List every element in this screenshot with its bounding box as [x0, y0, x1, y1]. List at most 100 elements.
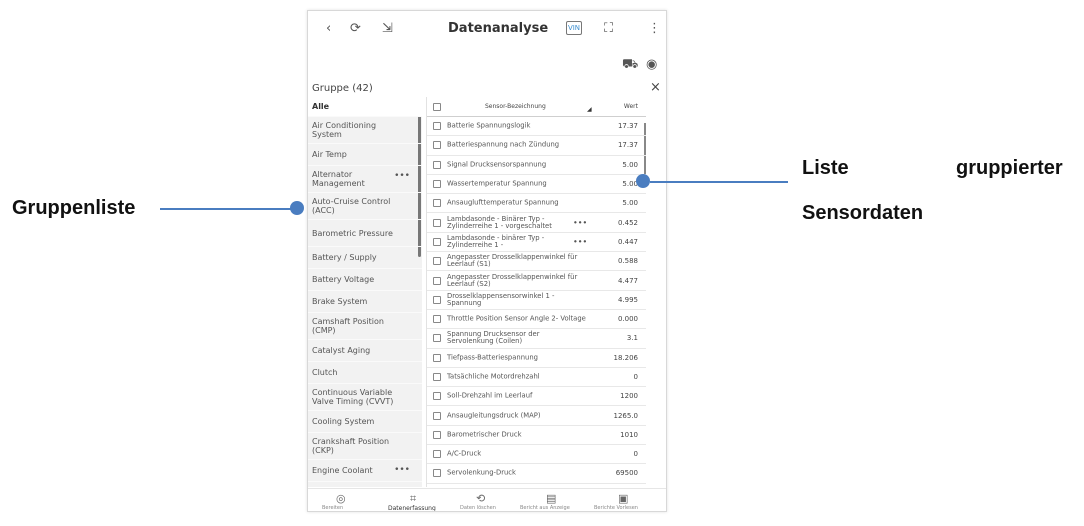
more-horizontal-icon[interactable]: ••• [573, 237, 587, 246]
sensor-value: 18.206 [613, 353, 639, 362]
sensor-table-header: Sensor-Bezeichnung ◢ Wert [427, 97, 646, 117]
sensor-row[interactable]: Batterie Spannungslogik 17.37 [427, 117, 646, 137]
sensor-row[interactable]: Spannung Drucksensor der Servolenkung (C… [427, 329, 646, 349]
sensor-row[interactable]: Tiefpass-Batteriespannung 18.206 [427, 349, 646, 368]
sensor-checkbox[interactable] [433, 276, 441, 285]
group-item-label: Alternator Management [312, 170, 365, 188]
group-item[interactable]: Alternator Management ••• [308, 166, 422, 193]
sensor-checkbox[interactable] [433, 141, 441, 150]
sensor-row[interactable]: Lambdasonde - Binärer Typ - Zylinderreih… [427, 213, 646, 233]
sensor-checkbox[interactable] [433, 430, 441, 439]
capture-icon[interactable]: ⌗ [410, 492, 416, 506]
sensor-row[interactable]: Angepasster Drosselklappenwinkel für Lee… [427, 252, 646, 272]
sort-icon[interactable]: ◢ [587, 106, 592, 113]
group-item[interactable]: Brake System [308, 291, 422, 313]
group-item-label: Brake System [312, 297, 368, 306]
sensor-row[interactable]: A/C-Druck 0 [427, 445, 646, 465]
sensor-row[interactable]: Angepasster Drosselklappenwinkel für Lee… [427, 271, 646, 291]
report-car-icon[interactable]: ▣ [618, 492, 628, 505]
group-item[interactable]: Camshaft Position (CMP) [308, 313, 422, 340]
sensor-checkbox[interactable] [433, 257, 441, 266]
sensor-row[interactable]: Drosselklappensensorwinkel 1 - Spannung 4… [427, 291, 646, 310]
more-horizontal-icon[interactable]: ••• [573, 218, 587, 227]
group-item[interactable]: Continuous Variable Valve Timing (CVVT) [308, 384, 422, 411]
group-item[interactable]: Cooling System [308, 411, 422, 433]
sensor-row[interactable]: Batteriespannung nach Zündung 17.37 [427, 136, 646, 156]
group-item[interactable]: Battery Voltage [308, 269, 422, 291]
nav-label[interactable]: Bereiten [322, 505, 343, 511]
sensor-name: Lambdasonde - binärer Typ - Zylinderreih… [447, 233, 545, 249]
sensor-name: Tiefpass-Batteriespannung [447, 353, 538, 362]
sensor-checkbox[interactable] [433, 392, 441, 401]
report-icon[interactable]: ▤ [546, 492, 556, 505]
sensor-name: Tatsächliche Motordrehzahl [447, 372, 540, 381]
sensor-row[interactable]: Ansauglufttemperatur Spannung 5.00 [427, 194, 646, 214]
sensor-name: Spannung Drucksensor der Servolenkung (C… [447, 330, 540, 346]
sensor-checkbox[interactable] [433, 180, 441, 189]
export-icon[interactable]: ⇲ [382, 21, 393, 37]
sensor-row[interactable]: Ansaugleitungsdruck (MAP) 1265.0 [427, 406, 646, 426]
group-item[interactable]: Air Temp [308, 144, 422, 166]
group-item[interactable]: Auto-Cruise Control (ACC) [308, 193, 422, 220]
sensor-checkbox[interactable] [433, 295, 441, 304]
sensor-row[interactable]: Lambdasonde - binärer Typ - Zylinderreih… [427, 233, 646, 253]
sensor-name: Batteriespannung nach Zündung [447, 140, 560, 149]
select-all-checkbox[interactable] [433, 103, 441, 111]
more-horizontal-icon[interactable]: ••• [394, 171, 410, 181]
group-item[interactable]: Engine Coolant ••• [308, 460, 422, 482]
group-item[interactable]: Alle [308, 97, 422, 117]
sensor-row[interactable]: Servolenkung-Druck 69500 [427, 464, 646, 484]
sensor-row[interactable]: Wassertemperatur Spannung 5.00 [427, 175, 646, 195]
group-item[interactable]: Clutch [308, 362, 422, 384]
back-icon[interactable]: ‹ [326, 21, 331, 37]
sensor-checkbox[interactable] [433, 353, 441, 362]
sensor-checkbox[interactable] [433, 469, 441, 478]
sensor-row[interactable]: Tatsächliche Motordrehzahl 0 [427, 368, 646, 388]
group-item[interactable]: Barometric Pressure [308, 220, 422, 247]
sensor-value: 17.37 [617, 122, 638, 131]
annotation-sensor-list-line1: Liste [802, 157, 849, 179]
group-item[interactable]: Battery / Supply [308, 247, 422, 269]
sensor-checkbox[interactable] [433, 315, 441, 324]
nav-label[interactable]: Berichte Vorlesen [594, 505, 638, 511]
refresh-car-icon[interactable]: ⟳ [350, 21, 361, 37]
column-header-name[interactable]: Sensor-Bezeichnung [485, 103, 546, 110]
nav-label[interactable]: Datenerfassung [388, 505, 436, 511]
group-item-label: Continuous Variable Valve Timing (CVVT) [312, 388, 394, 406]
home-icon[interactable]: ◎ [336, 492, 346, 505]
nav-label[interactable]: Bericht aus Anzeige [520, 505, 570, 511]
record-icon[interactable]: ◉ [646, 57, 657, 72]
sensor-checkbox[interactable] [433, 199, 441, 208]
sync-icon[interactable]: ⟲ [476, 492, 485, 505]
sensor-checkbox[interactable] [433, 334, 441, 343]
sensor-row[interactable]: Barometrischer Druck 1010 [427, 426, 646, 446]
more-vertical-icon[interactable]: ⋮ [648, 21, 661, 37]
sensor-value: 0.452 [617, 218, 638, 227]
group-item[interactable]: Catalyst Aging [308, 340, 422, 362]
sensor-row[interactable]: Soll-Drehzahl im Leerlauf 1200 [427, 387, 646, 407]
sensor-row[interactable]: Throttle Position Sensor Angle 2- Voltag… [427, 310, 646, 330]
sensor-value: 4.995 [617, 295, 638, 304]
sensor-name: Barometrischer Druck [447, 430, 522, 439]
expand-icon[interactable]: ⛶ [604, 21, 613, 37]
group-item[interactable]: Engine Oil Temperature••• [308, 482, 422, 487]
nav-label[interactable]: Daten löschen [460, 505, 496, 511]
group-item[interactable]: Air Conditioning System [308, 117, 422, 144]
group-item[interactable]: Crankshaft Position (CKP) [308, 433, 422, 460]
vin-badge-icon[interactable]: VIN [566, 21, 582, 35]
sensor-checkbox[interactable] [433, 237, 441, 246]
sensor-value: 0.447 [617, 237, 638, 246]
group-item-label: Catalyst Aging [312, 346, 371, 355]
sensor-row[interactable]: Signal Drucksensorspannung 5.00 [427, 156, 646, 175]
sensor-checkbox[interactable] [433, 373, 441, 381]
sensor-name: Soll-Drehzahl im Leerlauf [447, 391, 533, 400]
sensor-checkbox[interactable] [433, 411, 441, 420]
car-filter-icon[interactable]: ⛟ [622, 57, 638, 74]
sensor-checkbox[interactable] [433, 160, 441, 169]
sensor-checkbox[interactable] [433, 450, 441, 459]
close-icon[interactable]: × [650, 80, 661, 95]
more-horizontal-icon[interactable]: ••• [394, 465, 410, 475]
sensor-checkbox[interactable] [433, 122, 441, 131]
sensor-checkbox[interactable] [433, 218, 441, 227]
sensor-name: Throttle Position Sensor Angle 2- Voltag… [447, 314, 586, 323]
